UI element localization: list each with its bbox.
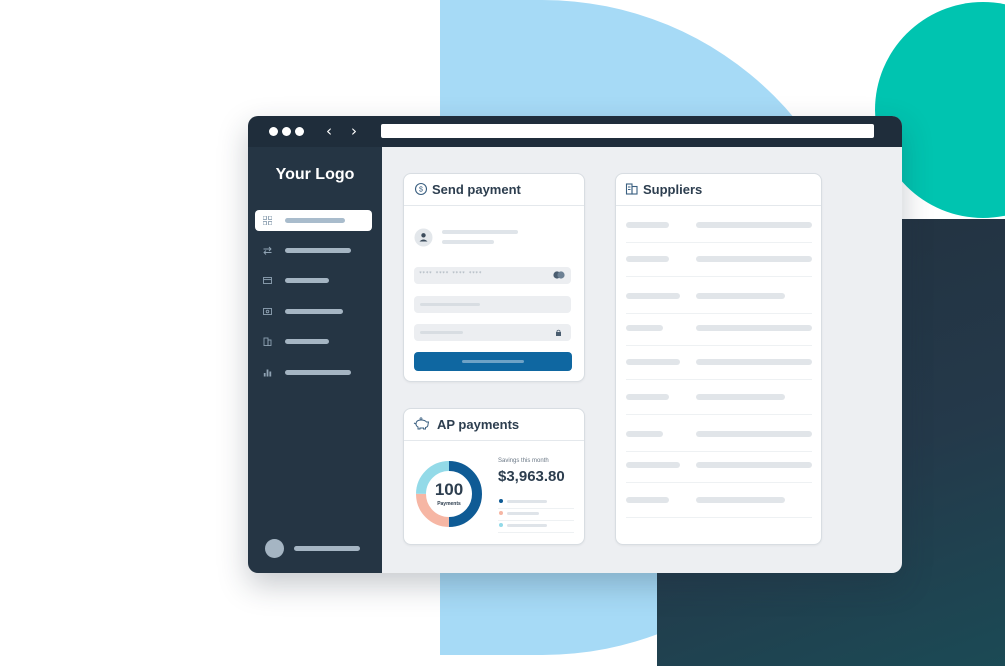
sidebar-item-transfers[interactable] [255,240,372,261]
card-header: $ Send payment [404,174,584,206]
legend-dot [499,499,503,503]
supplier-row[interactable] [626,312,812,346]
user-avatar-icon [414,228,433,247]
sidebar-item-suppliers[interactable] [255,331,372,352]
back-arrow-icon[interactable]: ‹ [322,122,336,140]
card-number-field[interactable]: **** **** **** **** [414,267,571,284]
sidebar-item-cards[interactable] [255,270,372,291]
cash-icon [263,308,272,315]
browser-titlebar: ‹ › [248,116,902,147]
sidebar-item-placeholder [285,278,329,283]
send-button[interactable] [414,352,572,371]
sidebar-item-placeholder [285,218,345,223]
stage: ‹ › Your Logo $ Send payment **** **** *… [0,0,1005,666]
legend-dot [499,523,503,527]
amount-field[interactable] [414,296,571,313]
ap-payments-card: AP payments 100 Payments Savings this mo… [403,408,585,545]
legend-dot [499,511,503,515]
card-header: Suppliers [616,174,821,206]
dashboard-grid-icon [263,216,272,225]
sidebar: Your Logo [248,147,382,573]
send-payment-card: $ Send payment **** **** **** **** [403,173,585,382]
window-dot-icon[interactable] [282,127,291,136]
legend-label-placeholder [507,500,547,503]
suppliers-card: Suppliers [615,173,822,545]
sidebar-item-placeholder [285,370,351,375]
legend-label-placeholder [507,512,539,515]
lock-icon [556,329,561,336]
card-title: AP payments [437,417,520,432]
button-label-placeholder [462,360,524,363]
legend-row [498,521,574,533]
recipient-detail-placeholder [442,240,494,244]
window-dot-icon[interactable] [295,127,304,136]
payments-count: 100 [434,480,464,499]
dollar-circle-icon: $ [414,182,428,196]
savings-label: Savings this month [498,458,549,464]
card-title: Suppliers [643,182,703,197]
supplier-row[interactable] [626,209,812,243]
sidebar-item-placeholder [285,339,329,344]
legend-label-placeholder [507,524,547,527]
supplier-row[interactable] [626,449,812,483]
supplier-row[interactable] [626,418,812,452]
avatar[interactable] [265,539,284,558]
card-brand-icon [553,271,565,279]
card-header: AP payments [404,409,584,441]
legend-row [498,497,574,509]
card-number-mask: **** **** **** **** [419,271,482,277]
supplier-row[interactable] [626,381,812,415]
building-icon [263,337,272,346]
card-title: Send payment [432,182,521,197]
legend-row [498,509,574,521]
savings-value: $3,963.80 [498,468,565,485]
app-window: ‹ › Your Logo $ Send payment **** **** *… [248,116,902,573]
credit-card-icon [263,277,272,284]
secure-field[interactable] [414,324,571,341]
bar-chart-icon [263,369,272,377]
forward-arrow-icon[interactable]: › [347,122,361,140]
transfer-arrows-icon [263,246,272,255]
field-placeholder [420,303,480,306]
field-placeholder [420,331,463,334]
sidebar-item-reports[interactable] [255,362,372,383]
window-dot-icon[interactable] [269,127,278,136]
supplier-row[interactable] [626,484,812,518]
payments-count-label: Payments [437,501,461,507]
sidebar-item-placeholder [285,309,343,314]
recipient-name-placeholder [442,230,518,234]
sidebar-item-dashboard[interactable] [255,210,372,231]
supplier-row[interactable] [626,243,812,277]
piggy-bank-icon [413,417,430,430]
sidebar-item-cash[interactable] [255,301,372,322]
supplier-row[interactable] [626,280,812,314]
svg-text:$: $ [419,187,423,194]
logo: Your Logo [275,166,355,183]
address-bar[interactable] [381,124,874,138]
building-icon [625,183,638,195]
sidebar-item-placeholder [285,248,351,253]
supplier-row[interactable] [626,346,812,380]
user-name-placeholder [294,546,360,551]
